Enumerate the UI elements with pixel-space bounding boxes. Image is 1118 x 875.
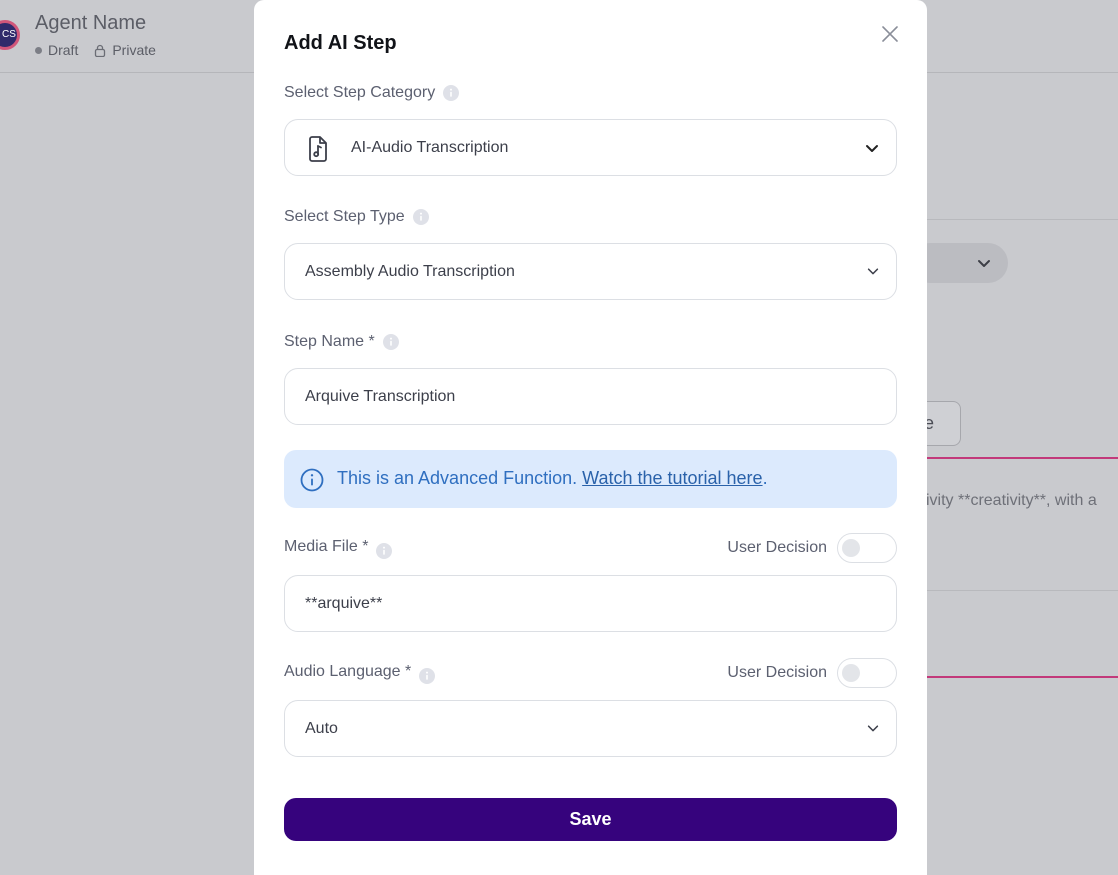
info-icon[interactable]: [443, 85, 460, 101]
user-decision-toggle[interactable]: [837, 658, 897, 688]
avatar: CS: [0, 20, 20, 50]
step-name-value: Arquive Transcription: [305, 388, 456, 405]
audio-file-icon: [307, 136, 329, 167]
step-category-select[interactable]: AI-Audio Transcription: [284, 119, 897, 176]
tutorial-link[interactable]: Watch the tutorial here: [582, 468, 762, 488]
media-file-user-decision: User Decision: [727, 533, 897, 563]
media-file-label-text: Media File *: [284, 538, 369, 555]
toggle-knob: [842, 664, 860, 682]
step-type-label-text: Select Step Type: [284, 208, 405, 225]
step-name-label: Step Name *: [284, 333, 399, 351]
user-decision-toggle[interactable]: [837, 533, 897, 563]
accent-line: [926, 457, 1118, 459]
add-ai-step-modal: Add AI Step Select Step Category AI-Audi…: [254, 0, 927, 875]
chevron-down-icon: [866, 264, 880, 283]
agent-name: Agent Name: [35, 12, 147, 34]
media-file-value: **arquive**: [305, 595, 383, 612]
audio-language-select[interactable]: Auto: [284, 700, 897, 757]
toggle-knob: [842, 539, 860, 557]
background-text: ivity **creativity**, with a: [926, 492, 1097, 509]
chevron-down-icon: [976, 255, 992, 276]
step-type-value: Assembly Audio Transcription: [305, 263, 515, 280]
audio-language-label: Audio Language *: [284, 660, 436, 684]
step-category-label-text: Select Step Category: [284, 84, 436, 101]
step-type-select[interactable]: Assembly Audio Transcription: [284, 243, 897, 300]
lock-icon: [94, 44, 106, 57]
status-label: Draft: [48, 42, 79, 58]
advanced-function-banner: This is an Advanced Function. Watch the …: [284, 450, 897, 508]
banner-suffix: .: [762, 468, 768, 488]
save-button[interactable]: Save: [284, 798, 897, 841]
step-type-label: Select Step Type: [284, 208, 429, 226]
step-name-input[interactable]: Arquive Transcription: [284, 368, 897, 425]
chevron-down-icon: [866, 721, 880, 740]
media-file-label: Media File *: [284, 535, 393, 559]
audio-language-user-decision: User Decision: [727, 658, 897, 688]
modal-title: Add AI Step: [284, 32, 397, 54]
chevron-down-icon: [864, 140, 880, 161]
info-icon[interactable]: [382, 334, 399, 350]
visibility-label: Private: [112, 42, 156, 58]
info-circle-icon: [300, 468, 324, 497]
audio-language-value: Auto: [305, 720, 338, 737]
banner-text: This is an Advanced Function. Watch the …: [337, 450, 768, 506]
info-icon[interactable]: [419, 668, 436, 684]
info-icon[interactable]: [412, 209, 429, 225]
info-icon[interactable]: [376, 543, 393, 559]
audio-language-label-text: Audio Language *: [284, 663, 412, 680]
media-file-input[interactable]: **arquive**: [284, 575, 897, 632]
user-decision-label: User Decision: [727, 539, 827, 556]
step-category-label: Select Step Category: [284, 84, 460, 102]
user-decision-label: User Decision: [727, 664, 827, 681]
step-name-label-text: Step Name *: [284, 333, 375, 350]
agent-status: Draft Private: [35, 42, 156, 58]
accent-line: [926, 676, 1118, 678]
banner-message: This is an Advanced Function.: [337, 468, 583, 488]
close-icon[interactable]: [878, 22, 902, 46]
step-category-value: AI-Audio Transcription: [351, 139, 509, 156]
status-dot-icon: [35, 46, 42, 54]
